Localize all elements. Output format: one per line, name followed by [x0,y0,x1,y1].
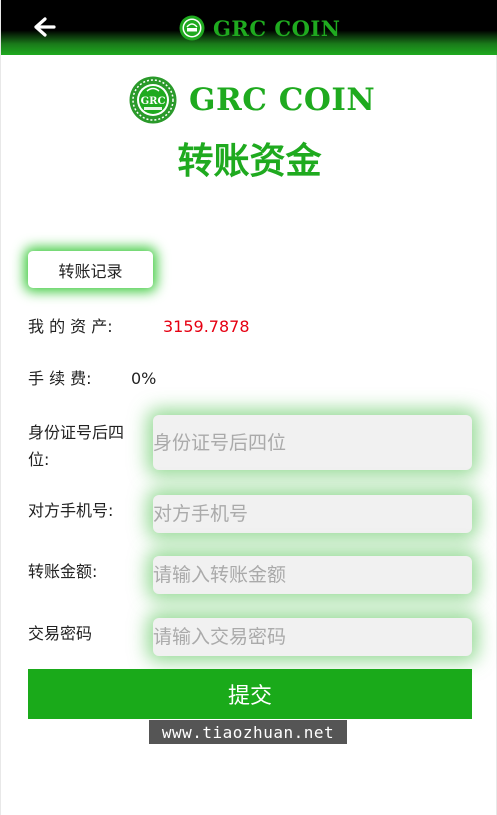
fee-label: 手 续 费: [28,369,92,388]
password-field-wrap [153,618,472,656]
header-brand-text: GRC COIN [213,15,341,41]
page: GRC COIN GRC GRC COIN 转账资金 转账记录 我 的 资 产:… [0,0,497,815]
arrow-left-icon[interactable] [31,12,57,42]
id-last4-label: 身份证号后四位: [28,423,125,469]
grc-emblem-icon: GRC [129,76,177,124]
logo-text: GRC COIN [189,82,376,118]
password-input[interactable] [153,618,472,656]
password-label: 交易密码 [28,624,93,643]
phone-label: 对方手机号: [28,501,114,520]
amount-field-wrap [153,556,472,594]
top-bar: GRC COIN [1,0,497,55]
id-last4-field-wrap [153,415,472,470]
header-brand: GRC COIN [179,14,340,42]
watermark: www.tiaozhuan.net [149,720,347,744]
grc-emblem-icon [179,15,205,41]
assets-value: 3159.7878 [163,317,250,336]
assets-label: 我 的 资 产: [28,317,113,336]
amount-input[interactable] [153,556,472,594]
page-title: 转账资金 [177,141,322,182]
phone-input[interactable] [153,495,472,533]
phone-field-wrap [153,495,472,533]
amount-label: 转账金额: [28,562,98,581]
logo-emblem-text: GRC [141,96,166,107]
brand-logo: GRC GRC COIN [129,76,375,124]
id-last4-input[interactable] [153,415,472,470]
fee-value: 0% [131,369,157,388]
transfer-record-button[interactable]: 转账记录 [28,251,153,288]
submit-button[interactable]: 提交 [28,669,472,719]
